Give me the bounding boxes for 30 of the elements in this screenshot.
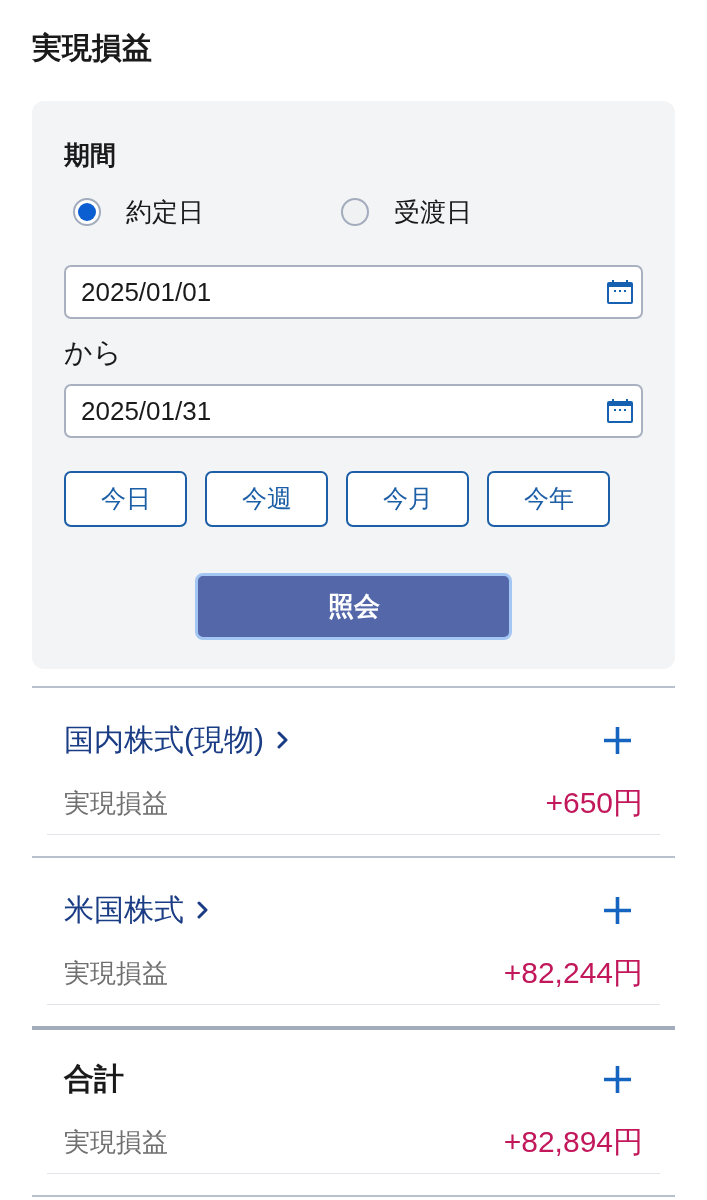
- category-link[interactable]: 米国株式: [64, 890, 208, 930]
- plus-icon[interactable]: [604, 896, 631, 924]
- row-label: 実現損益: [64, 1126, 168, 1159]
- radio-label[interactable]: 受渡日: [394, 195, 472, 229]
- quick-range-button[interactable]: 今年: [487, 471, 610, 527]
- category-link[interactable]: 国内株式(現物): [64, 720, 288, 760]
- row-label: 実現損益: [64, 787, 168, 820]
- query-button[interactable]: 照会: [195, 573, 512, 640]
- calendar-icon[interactable]: [607, 280, 633, 304]
- chevron-right-icon: [197, 901, 208, 919]
- period-label: 期間: [64, 140, 116, 170]
- plus-icon[interactable]: [604, 1065, 631, 1093]
- profit-value: +82,244円: [503, 955, 643, 991]
- radio-button[interactable]: [73, 198, 101, 226]
- page-title: 実現損益: [32, 30, 152, 66]
- from-label: から: [64, 337, 122, 368]
- section-title: 合計: [64, 1061, 124, 1097]
- plus-icon[interactable]: [604, 726, 631, 754]
- date-field[interactable]: 2025/01/31: [64, 384, 643, 438]
- quick-range-button[interactable]: 今週: [205, 471, 328, 527]
- quick-range-button[interactable]: 今日: [64, 471, 187, 527]
- row-label: 実現損益: [64, 957, 168, 990]
- chevron-right-icon: [277, 731, 288, 749]
- radio-button[interactable]: [341, 198, 369, 226]
- date-field[interactable]: 2025/01/01: [64, 265, 643, 319]
- calendar-icon[interactable]: [607, 399, 633, 423]
- radio-label[interactable]: 約定日: [126, 195, 204, 229]
- profit-value: +82,894円: [503, 1124, 643, 1160]
- quick-range-button[interactable]: 今月: [346, 471, 469, 527]
- profit-value: +650円: [545, 785, 643, 821]
